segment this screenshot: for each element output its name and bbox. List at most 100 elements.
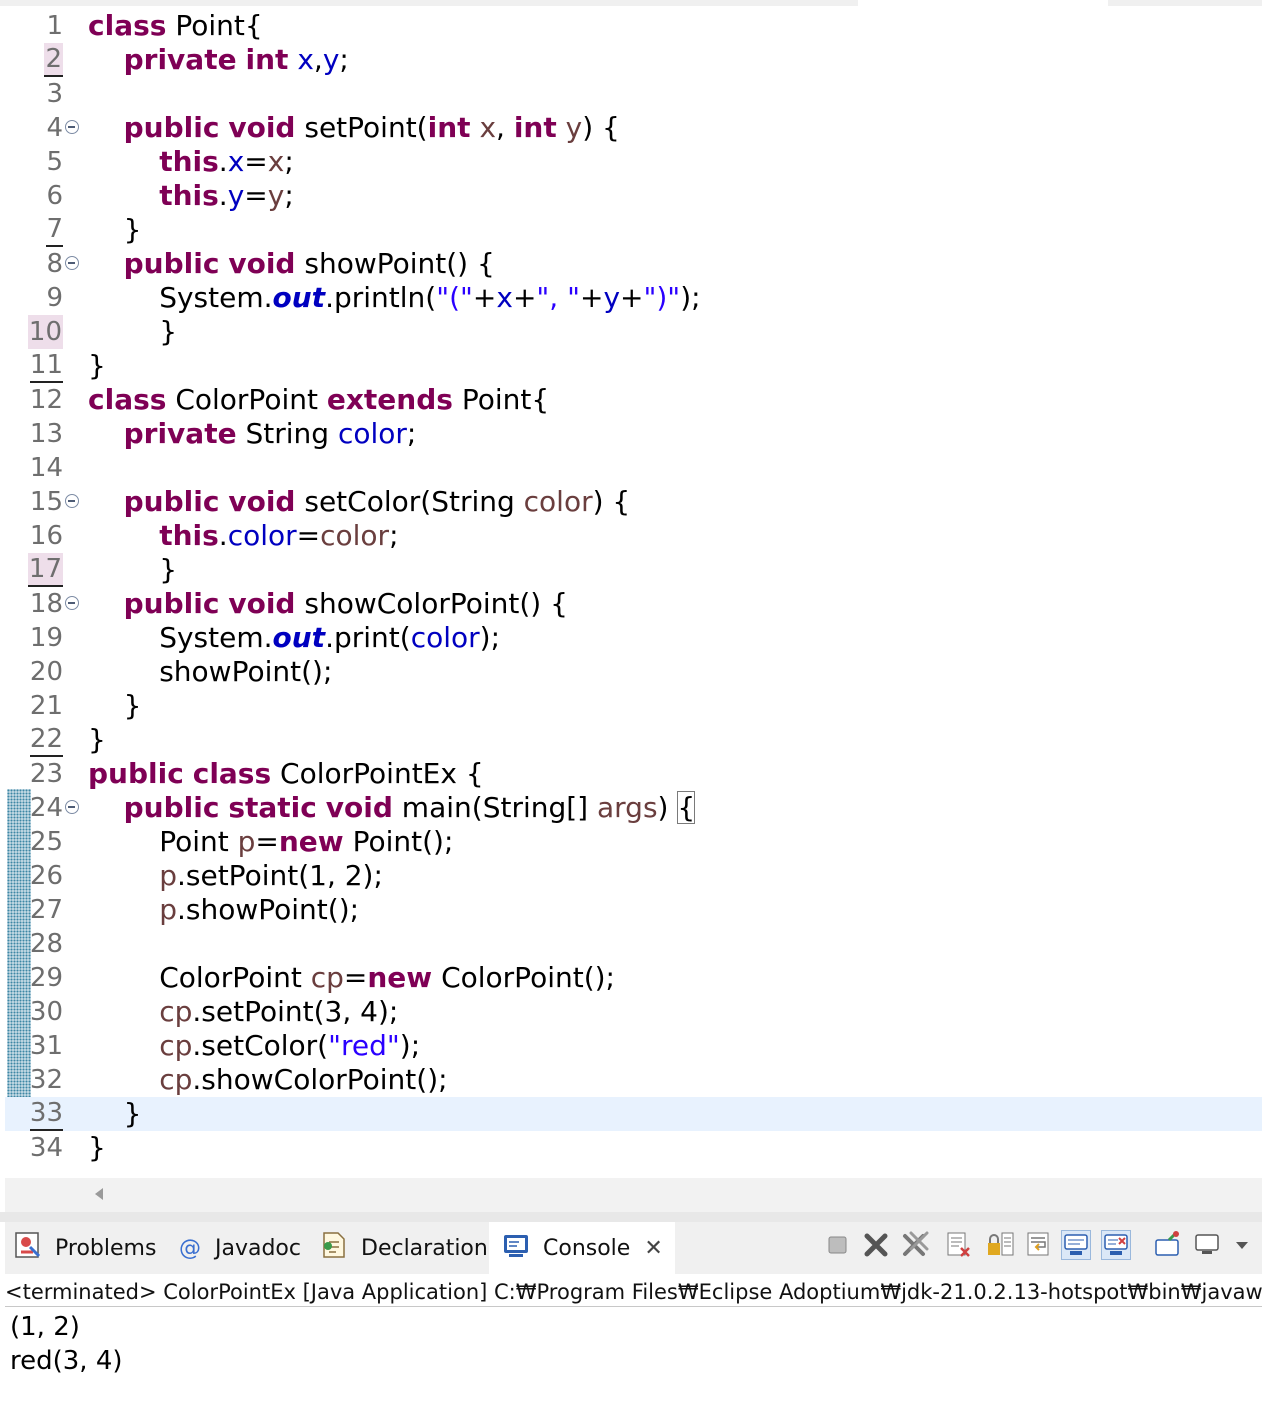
- code-text[interactable]: cp.showColorPoint();: [88, 1063, 447, 1097]
- collapse-icon[interactable]: [65, 596, 79, 610]
- code-text[interactable]: private int x,y;: [88, 43, 349, 77]
- code-text[interactable]: }: [88, 1131, 106, 1165]
- code-text[interactable]: }: [88, 349, 106, 383]
- pane-divider[interactable]: [0, 1212, 1262, 1222]
- word-wrap-icon[interactable]: [1025, 1230, 1055, 1260]
- tab-javadoc[interactable]: @ Javadoc: [179, 1222, 301, 1274]
- pin-console-icon[interactable]: [1153, 1230, 1183, 1260]
- show-on-stdout-icon[interactable]: [1061, 1230, 1091, 1260]
- code-text[interactable]: this.color=color;: [88, 519, 398, 553]
- line-gutter[interactable]: 22: [5, 723, 85, 757]
- code-editor[interactable]: 1 class Point{2 private int x,y; 3 4 public…: [5, 6, 1262, 1178]
- line-gutter[interactable]: 11: [5, 349, 85, 383]
- code-text[interactable]: }: [88, 1097, 142, 1131]
- code-line[interactable]: 1 class Point{: [5, 9, 1262, 43]
- line-gutter[interactable]: 23: [5, 757, 85, 791]
- code-line[interactable]: 22}: [5, 723, 1262, 757]
- line-gutter[interactable]: 20: [5, 655, 85, 689]
- line-gutter[interactable]: 2: [5, 43, 85, 77]
- line-gutter[interactable]: 27: [5, 893, 85, 927]
- line-gutter[interactable]: 19: [5, 621, 85, 655]
- code-line[interactable]: 23 public class ColorPointEx {: [5, 757, 1262, 791]
- code-line[interactable]: 14: [5, 451, 1262, 485]
- line-gutter[interactable]: 26: [5, 859, 85, 893]
- tab-console[interactable]: Console ✕: [489, 1222, 675, 1274]
- code-line[interactable]: 2 private int x,y;: [5, 43, 1262, 77]
- line-gutter[interactable]: 17: [5, 553, 85, 587]
- code-text[interactable]: }: [88, 689, 142, 723]
- line-gutter[interactable]: 4: [5, 111, 85, 145]
- tab-declaration[interactable]: Declaration: [319, 1222, 488, 1274]
- line-gutter[interactable]: 16: [5, 519, 85, 553]
- code-line[interactable]: 28: [5, 927, 1262, 961]
- code-text[interactable]: }: [88, 723, 106, 757]
- code-text[interactable]: public void showColorPoint() {: [88, 587, 568, 621]
- code-line[interactable]: 9 System.out.println("("+x+", "+y+")");: [5, 281, 1262, 315]
- line-gutter[interactable]: 6: [5, 179, 85, 213]
- terminate-icon[interactable]: [823, 1230, 853, 1260]
- line-gutter[interactable]: 7: [5, 213, 85, 247]
- code-text[interactable]: cp.setPoint(3, 4);: [88, 995, 398, 1029]
- code-line[interactable]: 5 this.x=x;: [5, 145, 1262, 179]
- code-line[interactable]: 33 }: [5, 1097, 1262, 1131]
- line-gutter[interactable]: 13: [5, 417, 85, 451]
- code-line[interactable]: 13 private String color;: [5, 417, 1262, 451]
- scroll-lock-icon[interactable]: [985, 1230, 1015, 1260]
- code-line[interactable]: 6 this.y=y;: [5, 179, 1262, 213]
- code-line[interactable]: 15 public void setColor(String color) {: [5, 485, 1262, 519]
- code-line[interactable]: 12 class ColorPoint extends Point{: [5, 383, 1262, 417]
- code-line[interactable]: 32 cp.showColorPoint();: [5, 1063, 1262, 1097]
- collapse-icon[interactable]: [65, 120, 79, 134]
- code-line[interactable]: 31 cp.setColor("red");: [5, 1029, 1262, 1063]
- code-line[interactable]: 24 public static void main(String[] args…: [5, 791, 1262, 825]
- code-line[interactable]: 10 }: [5, 315, 1262, 349]
- code-text[interactable]: public void setPoint(int x, int y) {: [88, 111, 620, 145]
- line-gutter[interactable]: 28: [5, 927, 85, 961]
- clear-console-icon[interactable]: [945, 1230, 975, 1260]
- display-console-icon[interactable]: [1193, 1230, 1223, 1260]
- code-line[interactable]: 21 }: [5, 689, 1262, 723]
- scroll-left-icon[interactable]: [95, 1188, 103, 1200]
- tab-problems[interactable]: Problems: [13, 1222, 156, 1274]
- line-gutter[interactable]: 21: [5, 689, 85, 723]
- code-line[interactable]: 7 }: [5, 213, 1262, 247]
- code-text[interactable]: this.y=y;: [88, 179, 294, 213]
- line-gutter[interactable]: 18: [5, 587, 85, 621]
- code-line[interactable]: 17 }: [5, 553, 1262, 587]
- code-line[interactable]: 16 this.color=color;: [5, 519, 1262, 553]
- code-text[interactable]: cp.setColor("red");: [88, 1029, 420, 1063]
- line-gutter[interactable]: 12: [5, 383, 85, 417]
- line-gutter[interactable]: 3: [5, 77, 85, 111]
- remove-all-terminated-icon[interactable]: [899, 1230, 929, 1260]
- close-icon[interactable]: ✕: [644, 1236, 662, 1261]
- code-line[interactable]: 3: [5, 77, 1262, 111]
- line-gutter[interactable]: 1: [5, 9, 85, 43]
- code-text[interactable]: private String color;: [88, 417, 417, 451]
- line-gutter[interactable]: 24: [5, 791, 85, 825]
- code-text[interactable]: public void setColor(String color) {: [88, 485, 631, 519]
- code-text[interactable]: System.out.print(color);: [88, 621, 500, 655]
- line-gutter[interactable]: 34: [5, 1131, 85, 1165]
- code-text[interactable]: class ColorPoint extends Point{: [88, 383, 549, 417]
- code-text[interactable]: }: [88, 213, 142, 247]
- collapse-icon[interactable]: [65, 256, 79, 270]
- view-menu-icon[interactable]: [1227, 1230, 1257, 1260]
- code-line[interactable]: 30 cp.setPoint(3, 4);: [5, 995, 1262, 1029]
- code-text[interactable]: Point p=new Point();: [88, 825, 453, 859]
- code-line[interactable]: 4 public void setPoint(int x, int y) {: [5, 111, 1262, 145]
- line-gutter[interactable]: 9: [5, 281, 85, 315]
- collapse-icon[interactable]: [65, 494, 79, 508]
- line-gutter[interactable]: 25: [5, 825, 85, 859]
- code-line[interactable]: 26 p.setPoint(1, 2);: [5, 859, 1262, 893]
- code-line[interactable]: 25 Point p=new Point();: [5, 825, 1262, 859]
- line-gutter[interactable]: 10: [5, 315, 85, 349]
- collapse-icon[interactable]: [65, 800, 79, 814]
- code-text[interactable]: showPoint();: [88, 655, 332, 689]
- code-line[interactable]: 19 System.out.print(color);: [5, 621, 1262, 655]
- code-text[interactable]: public static void main(String[] args) {: [88, 791, 696, 825]
- code-text[interactable]: p.setPoint(1, 2);: [88, 859, 383, 893]
- code-text[interactable]: }: [88, 553, 177, 587]
- code-line[interactable]: 20 showPoint();: [5, 655, 1262, 689]
- code-line[interactable]: 29 ColorPoint cp=new ColorPoint();: [5, 961, 1262, 995]
- horizontal-scrollbar[interactable]: [5, 1178, 1262, 1212]
